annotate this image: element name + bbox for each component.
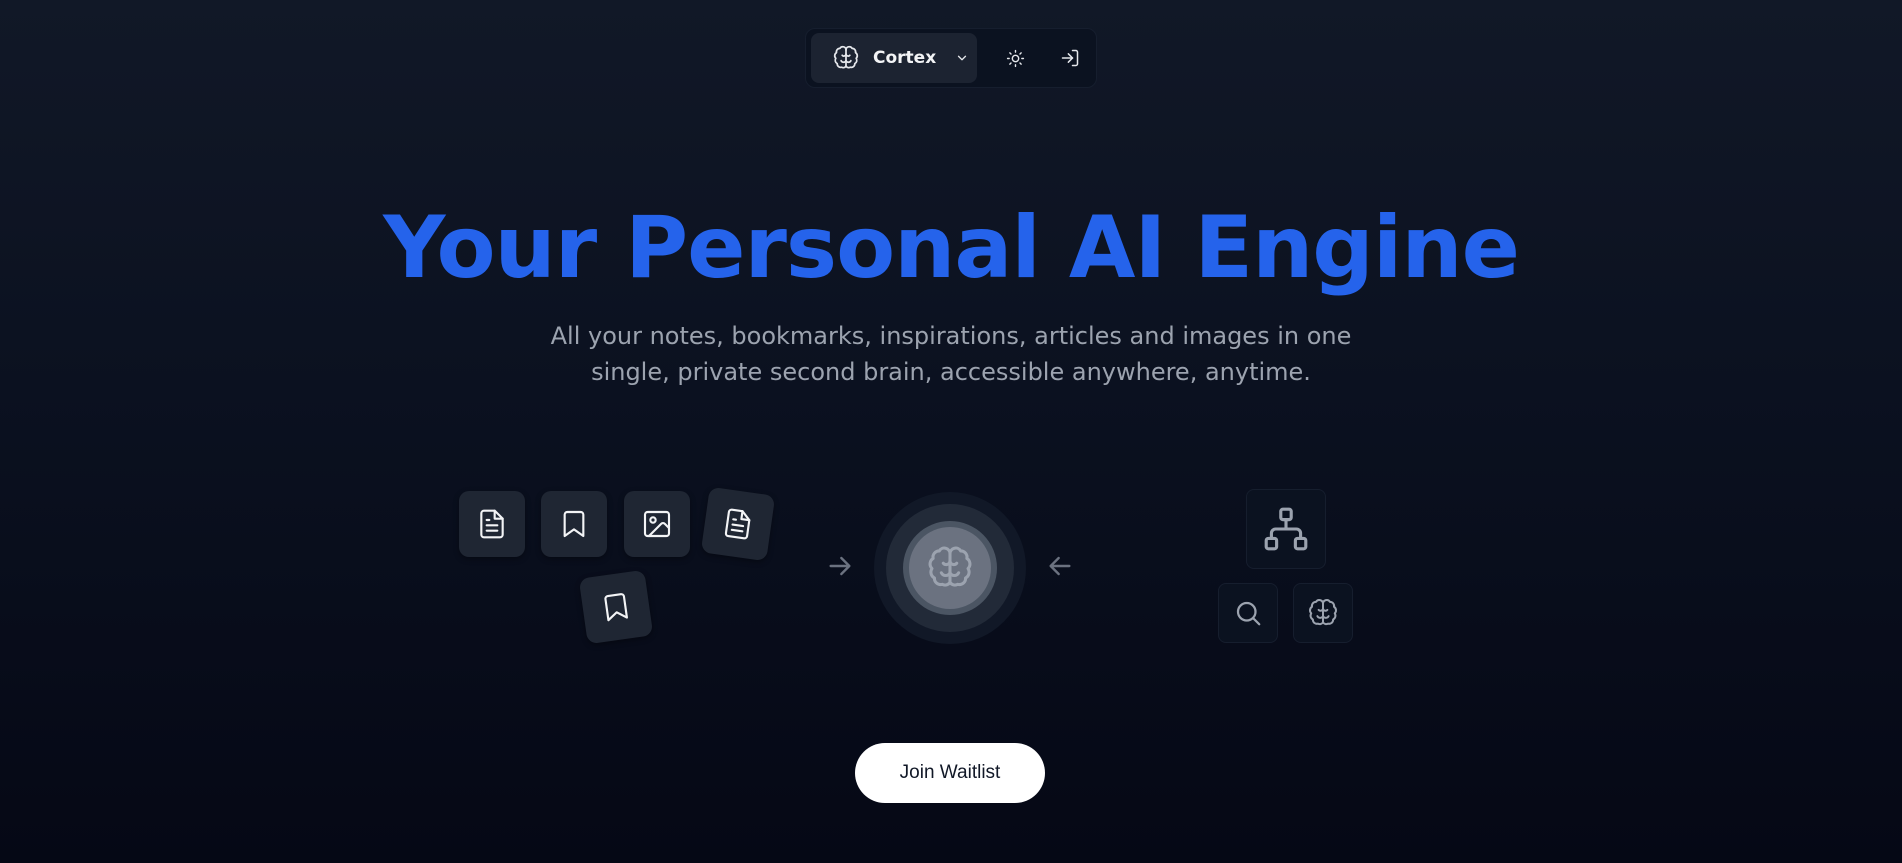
note-tile: [459, 491, 525, 557]
login-button[interactable]: [1050, 38, 1090, 78]
bookmark-icon: [558, 508, 590, 540]
hero-subtitle: All your notes, bookmarks, inspirations,…: [550, 322, 1352, 386]
ai-core: [874, 492, 1026, 644]
theme-toggle-button[interactable]: [995, 38, 1035, 78]
search-icon: [1233, 598, 1263, 628]
inspiration-tile: [578, 569, 654, 645]
chevron-down-icon: [955, 51, 969, 65]
file-text-icon: [720, 506, 756, 542]
image-tile: [624, 491, 690, 557]
network-icon: [1261, 504, 1311, 554]
log-in-icon: [1060, 48, 1080, 68]
brain-icon: [833, 45, 859, 71]
hero-title: Your Personal AI Engine: [383, 198, 1520, 298]
brain-icon: [927, 545, 973, 591]
brand-name: Cortex: [873, 48, 937, 68]
brain-tile: [1293, 583, 1353, 643]
bookmark-tile: [541, 491, 607, 557]
brand-dropdown-button[interactable]: Cortex: [811, 33, 977, 83]
join-waitlist-button[interactable]: Join Waitlist: [855, 743, 1045, 803]
top-nav: Cortex: [805, 28, 1097, 88]
image-icon: [641, 508, 673, 540]
bookmark-icon: [598, 589, 634, 625]
file-text-icon: [476, 508, 508, 540]
arrow-right-icon: [822, 548, 858, 584]
brain-icon: [1308, 598, 1338, 628]
search-tile: [1218, 583, 1278, 643]
sun-icon: [1006, 49, 1025, 68]
article-tile: [700, 486, 776, 562]
network-tile: [1246, 489, 1326, 569]
arrow-left-icon: [1042, 548, 1078, 584]
